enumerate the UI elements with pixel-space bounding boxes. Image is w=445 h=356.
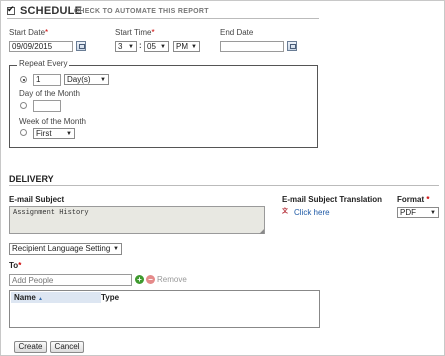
delivery-title: DELIVERY	[9, 174, 54, 184]
week-of-month-radio[interactable]	[20, 129, 27, 136]
column-header-type[interactable]: Type	[101, 292, 161, 303]
week-of-month-select[interactable]: First ▼	[33, 128, 75, 139]
week-of-month-value: First	[36, 129, 52, 138]
cancel-button[interactable]: Cancel	[50, 341, 84, 353]
to-label-text: To	[9, 261, 19, 270]
remove-icon[interactable]: −	[146, 275, 155, 284]
day-of-month-input[interactable]	[33, 100, 61, 112]
dropdown-arrow-icon: ▼	[160, 44, 166, 50]
required-mark: *	[45, 28, 49, 37]
dropdown-arrow-icon: ▼	[66, 131, 72, 137]
start-time-label: Start Time*	[115, 28, 155, 37]
start-date-input[interactable]: 09/09/2015	[9, 41, 73, 52]
required-mark: *	[18, 261, 22, 270]
report-schedule-panel: ✔ SCHEDULE CHECK TO AUTOMATE THIS REPORT…	[0, 0, 445, 356]
format-value: PDF	[400, 208, 416, 217]
day-of-month-radio[interactable]	[20, 102, 27, 109]
resize-handle-icon: ◢	[259, 229, 264, 235]
end-date-label: End Date	[220, 28, 254, 37]
repeat-legend: Repeat Every	[17, 59, 70, 68]
email-subject-value: Assignment History	[13, 209, 89, 217]
checkmark-icon: ✔	[7, 4, 15, 14]
day-of-month-label: Day of the Month	[19, 89, 80, 98]
format-label-text: Format	[397, 195, 425, 204]
column-header-name-label: Name	[14, 293, 36, 302]
dropdown-arrow-icon: ▼	[128, 44, 134, 50]
translation-link[interactable]: Click here	[294, 208, 330, 217]
ampm-value: PM	[176, 42, 188, 51]
repeat-interval-input[interactable]: 1	[33, 74, 61, 86]
create-button[interactable]: Create	[14, 341, 47, 353]
column-header-name[interactable]: Name ▲	[11, 292, 101, 303]
start-date-label-text: Start Date	[9, 28, 46, 37]
calendar-icon[interactable]	[76, 41, 86, 51]
repeat-interval-radio[interactable]	[20, 76, 27, 83]
dropdown-arrow-icon: ▼	[430, 210, 436, 216]
schedule-divider	[7, 18, 319, 19]
week-of-month-label: Week of the Month	[19, 117, 86, 126]
calendar-icon[interactable]	[287, 41, 297, 51]
email-subject-textarea[interactable]: Assignment History ◢	[9, 206, 265, 235]
start-time-label-text: Start Time	[115, 28, 152, 37]
email-subject-label: E-mail Subject	[9, 195, 65, 204]
time-separator: :	[139, 41, 142, 50]
remove-link[interactable]: Remove	[157, 275, 187, 284]
minute-value: 05	[147, 42, 156, 51]
ampm-select[interactable]: PM ▼	[173, 41, 200, 52]
format-label: Format *	[397, 195, 429, 204]
to-label: To*	[9, 261, 21, 270]
delivery-divider	[9, 185, 439, 186]
end-date-input[interactable]	[220, 41, 284, 52]
required-mark: *	[426, 195, 430, 204]
minute-select[interactable]: 05 ▼	[144, 41, 169, 52]
dropdown-arrow-icon: ▼	[100, 77, 106, 83]
dropdown-arrow-icon: ▼	[191, 44, 197, 50]
schedule-subtitle: CHECK TO AUTOMATE THIS REPORT	[74, 8, 209, 15]
format-select[interactable]: PDF ▼	[397, 207, 439, 218]
add-people-input[interactable]	[9, 274, 132, 286]
required-mark: *	[151, 28, 155, 37]
schedule-title: SCHEDULE	[20, 5, 83, 17]
translation-label: E-mail Subject Translation	[282, 195, 383, 204]
translate-icon[interactable]: 文	[282, 208, 291, 216]
repeat-unit-value: Day(s)	[67, 75, 91, 84]
repeat-unit-select[interactable]: Day(s) ▼	[64, 74, 109, 85]
recipient-language-select[interactable]: Recipient Language Setting ▼	[9, 243, 122, 255]
start-date-label: Start Date*	[9, 28, 48, 37]
recipients-table: Name ▲ Type	[9, 290, 320, 328]
sort-ascending-icon: ▲	[38, 296, 43, 302]
hour-value: 3	[118, 42, 123, 51]
recipient-language-value: Recipient Language Setting	[12, 244, 111, 253]
schedule-checkbox[interactable]: ✔	[7, 4, 15, 15]
hour-select[interactable]: 3 ▼	[115, 41, 137, 52]
dropdown-arrow-icon: ▼	[113, 246, 119, 252]
add-icon[interactable]: +	[135, 275, 144, 284]
